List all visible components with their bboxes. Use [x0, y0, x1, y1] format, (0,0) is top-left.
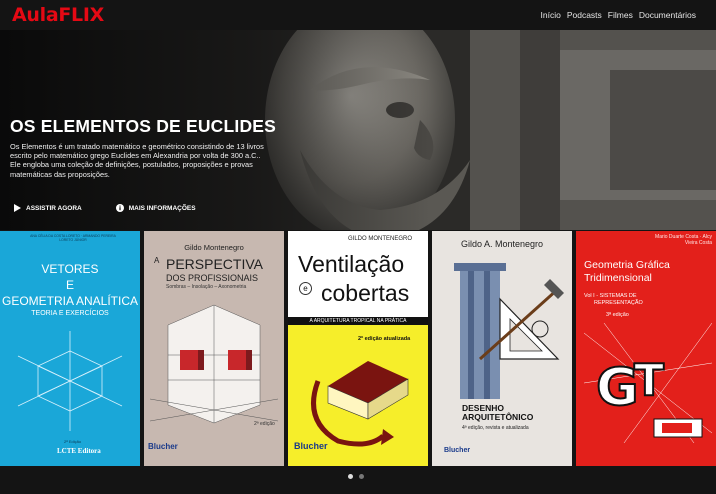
- book-card-ventilacao[interactable]: GILDO MONTENEGRO Ventilação e cobertas A…: [288, 231, 428, 466]
- nav-item-filmes[interactable]: Filmes: [608, 10, 633, 20]
- main-nav: Início Podcasts Filmes Documentários: [541, 10, 697, 20]
- hero-actions: ASSISTIR AGORA MAIS INFORMAÇÕES: [14, 204, 196, 212]
- book-title-article: A: [154, 256, 160, 265]
- book-subtitle: TEORIA E EXERCÍCIOS: [31, 310, 109, 317]
- building-illustration: [150, 304, 278, 424]
- hero-title: OS ELEMENTOS DE EUCLIDES: [10, 116, 277, 136]
- ggt-logo-illustration: G T: [584, 323, 712, 443]
- book-publisher: Blucher: [148, 442, 178, 451]
- book-authors: ANA CÉLIA DA COSTA LORETO · ARMANDO PERE…: [30, 234, 116, 242]
- play-button-label: ASSISTIR AGORA: [26, 204, 82, 212]
- book-card-desenho[interactable]: Gildo A. Montenegro DESENHO ARQUITETÔNIC…: [432, 231, 572, 466]
- nav-item-podcasts[interactable]: Podcasts: [567, 10, 602, 20]
- book-carousel: ANA CÉLIA DA COSTA LORETO · ARMANDO PERE…: [0, 231, 716, 466]
- book-author: Gildo Montenegro: [184, 243, 244, 252]
- book-author: Gildo A. Montenegro: [460, 239, 544, 249]
- hero-banner: OS ELEMENTOS DE EUCLIDES Os Elementos é …: [0, 30, 716, 230]
- book-title-line2: cobertas: [321, 280, 410, 306]
- book-edition: 2ª edição: [254, 421, 275, 427]
- top-navigation-bar: AulaFLIX Início Podcasts Filmes Document…: [0, 0, 716, 30]
- book-title-line2: E: [65, 278, 74, 292]
- aulaflix-logo[interactable]: AulaFLIX: [12, 4, 104, 26]
- book-title-e: e: [299, 282, 312, 295]
- book-edition: 4ª edição, revista e atualizada: [462, 425, 529, 431]
- book-volume-line2: REPRESENTAÇÃO: [594, 300, 643, 306]
- vector-diagram-icon: [17, 331, 123, 431]
- book-publisher: Blucher: [294, 441, 328, 451]
- carousel-dot-1[interactable]: [348, 474, 353, 479]
- book-card-geometria-grafica[interactable]: Mario Duarte Costa · Alcy Vieira Costa G…: [576, 231, 716, 466]
- book-title-line3: GEOMETRIA ANALÍTICA: [1, 294, 139, 308]
- book-title-line2: ARQUITETÔNICO: [462, 412, 534, 422]
- book-title-line2: Tridimensional: [584, 272, 652, 284]
- play-button[interactable]: ASSISTIR AGORA: [14, 204, 82, 212]
- book-subtitle: Sombras – Insolação – Axonometria: [166, 284, 247, 290]
- play-icon: [14, 204, 21, 212]
- book-card-perspectiva[interactable]: Gildo Montenegro A PERSPECTIVA DOS PROFI…: [144, 231, 284, 466]
- book-volume-line1: Vol I - SISTEMAS DE: [584, 293, 637, 299]
- subtitle-band: A ARQUITETURA TROPICAL NA PRÁTICA: [288, 317, 428, 325]
- info-icon: [115, 204, 124, 212]
- book-title-line2: DOS PROFISSIONAIS: [166, 273, 259, 283]
- svg-text:T: T: [634, 355, 664, 406]
- svg-text:G: G: [596, 358, 639, 418]
- book-publisher: Blucher: [444, 447, 471, 454]
- book-card-vetores[interactable]: ANA CÉLIA DA COSTA LORETO · ARMANDO PERE…: [0, 231, 140, 466]
- book-subtitle: A ARQUITETURA TROPICAL NA PRÁTICA: [309, 318, 407, 324]
- more-info-label: MAIS INFORMAÇÕES: [128, 204, 196, 212]
- carousel-dot-2[interactable]: [359, 474, 364, 479]
- more-info-button[interactable]: MAIS INFORMAÇÕES: [115, 204, 196, 212]
- book-title-line1: PERSPECTIVA: [166, 256, 263, 272]
- nav-item-inicio[interactable]: Início: [541, 10, 561, 20]
- book-title-line1: Ventilação: [298, 251, 405, 277]
- book-edition: 3ª edição: [606, 312, 629, 318]
- book-title-line1: VETORES: [41, 262, 99, 276]
- hero-description: Os Elementos é um tratado matemático e g…: [10, 142, 264, 179]
- carousel-pagination: [348, 474, 364, 479]
- book-authors: Mario Duarte Costa · Alcy Vieira Costa: [655, 234, 712, 246]
- book-author: GILDO MONTENEGRO: [348, 236, 413, 242]
- nav-item-documentarios[interactable]: Documentários: [639, 10, 696, 20]
- book-edition: 2ª Edição: [64, 439, 82, 444]
- house-roof-illustration: [311, 361, 409, 447]
- column-drafting-illustration: [454, 263, 564, 399]
- book-publisher: LCTE Editora: [57, 447, 101, 455]
- book-title-line1: Geometria Gráfica: [584, 259, 670, 271]
